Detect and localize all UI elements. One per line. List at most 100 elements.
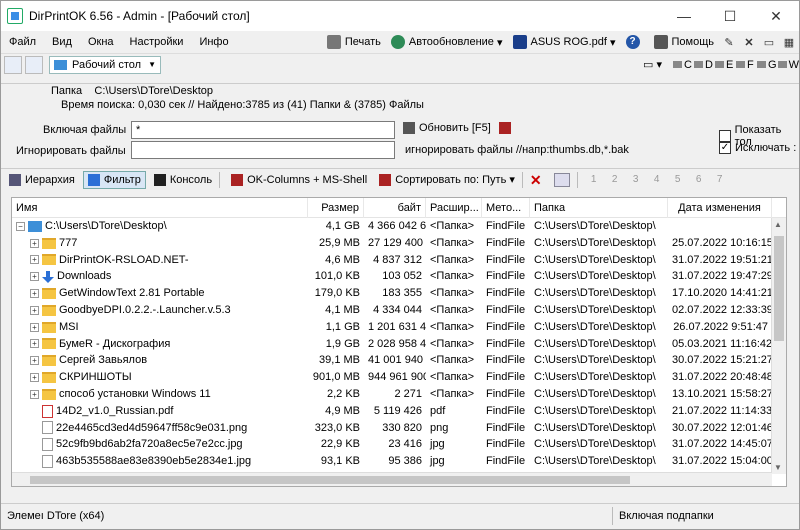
include-input[interactable]: * xyxy=(131,121,395,139)
vertical-scrollbar[interactable]: ▲ ▼ xyxy=(771,218,786,474)
help-icon-button[interactable]: ? xyxy=(621,35,649,49)
location-value: Рабочий стол xyxy=(72,58,142,71)
expand-icon[interactable]: + xyxy=(30,339,39,349)
expand-icon[interactable]: + xyxy=(30,356,39,366)
expand-icon[interactable]: + xyxy=(30,373,39,383)
menu-windows[interactable]: Окна xyxy=(80,36,122,48)
help-button[interactable]: Помощь xyxy=(649,35,720,49)
cell-size: 1,9 GB xyxy=(325,337,360,350)
restore-icon[interactable]: ▭ xyxy=(762,36,776,49)
print-button[interactable]: Печать xyxy=(322,35,386,49)
col-header-date[interactable]: Дата изменения xyxy=(668,198,772,218)
delete-icon[interactable]: ✕ xyxy=(530,173,546,187)
horizontal-scrollbar[interactable] xyxy=(12,472,772,486)
location-combo[interactable]: Рабочий стол ▼ xyxy=(49,55,161,74)
table-row[interactable]: 52c9fb9bd6ab2fa720a8ec5e7e2cc.jpg 22,9 KB… xyxy=(12,436,786,453)
table-row[interactable]: + способ установки Windows 11 2,2 KB 2 271 <… xyxy=(12,386,786,403)
expand-icon[interactable]: + xyxy=(30,289,39,299)
table-row[interactable]: + DirPrintOK-RSLOAD.NET- 4,6 MB 4 837 312 <П… xyxy=(12,252,786,269)
col-header-size[interactable]: Размер xyxy=(308,198,364,218)
separator xyxy=(576,171,578,188)
expand-icon[interactable]: + xyxy=(30,238,39,248)
col-header-bytes[interactable]: байт xyxy=(364,198,426,218)
col-header-folder[interactable]: Папка xyxy=(530,198,668,218)
drive-c[interactable]: C xyxy=(673,56,694,74)
help-label: Помощь xyxy=(671,36,715,48)
drive-e[interactable]: E xyxy=(715,56,736,74)
folder-icon xyxy=(42,321,56,333)
scroll-down-icon[interactable]: ▼ xyxy=(774,463,782,472)
cell-size: 39,1 MB xyxy=(319,354,360,367)
refresh-label: Обновить [F5] xyxy=(419,122,491,134)
table-row[interactable]: + Downloads 101,0 KB 103 052 <Папка> FindFile… xyxy=(12,268,786,285)
col-toggle-2[interactable]: 2 xyxy=(612,174,633,185)
cell-bytes: 23 416 xyxy=(388,438,422,451)
separator xyxy=(219,171,221,188)
monitor-icon[interactable]: ▭ ▾ xyxy=(643,56,673,74)
col-header-name[interactable]: Имя xyxy=(12,198,308,218)
col-toggle-7[interactable]: 7 xyxy=(717,174,738,185)
table-row[interactable]: +777 25,9 MB 27 129 400 <Папка> FindFile C:\U… xyxy=(12,235,786,252)
col-toggle-5[interactable]: 5 xyxy=(675,174,696,185)
expand-icon[interactable]: + xyxy=(30,272,39,282)
title-bar[interactable]: DirPrintOK 6.56 - Admin - [Рабочий стол]… xyxy=(1,1,799,31)
expand-icon[interactable]: + xyxy=(30,305,39,315)
sort-button[interactable]: Сортировать по: Путь ▾ xyxy=(375,171,519,189)
col-toggle-3[interactable]: 3 xyxy=(633,174,654,185)
autoupdate-button[interactable]: Автообновление ▾ xyxy=(386,35,508,49)
copy-icon[interactable] xyxy=(553,172,570,187)
table-row[interactable]: + СКРИНШОТЫ 901,0 MB 944 961 900 <Папка> Find… xyxy=(12,369,786,386)
expand-icon[interactable]: + xyxy=(30,389,39,399)
wrench-icon[interactable]: ✎ xyxy=(722,36,736,49)
tools-icon[interactable] xyxy=(499,122,511,134)
ignore-input[interactable] xyxy=(131,141,395,159)
minimize-button[interactable]: — xyxy=(661,1,707,31)
col-toggle-6[interactable]: 6 xyxy=(696,174,717,185)
maximize-button[interactable]: ☐ xyxy=(707,1,753,31)
tab-hierarchy[interactable]: Иерархия xyxy=(5,171,79,189)
table-row[interactable]: + MSI 1,1 GB 1 201 631 4... <Папка> FindFile C… xyxy=(12,319,786,336)
col-toggle-4[interactable]: 4 xyxy=(654,174,675,185)
tile-icon[interactable]: ▦ xyxy=(782,36,796,49)
tab-filter[interactable]: Фильтр xyxy=(82,170,146,189)
col-toggle-1[interactable]: 1 xyxy=(591,174,612,185)
menu-info[interactable]: Инфо xyxy=(191,36,236,48)
scroll-thumb[interactable] xyxy=(774,236,784,341)
drive-w[interactable]: W xyxy=(778,56,799,74)
table-row[interactable]: + БумеR - Дискография 1,9 GB 2 028 958 4...… xyxy=(12,336,786,353)
table-row[interactable]: + GoodbyeDPI.0.2.2.-.Launcher.v.5.3 4,1 MB… xyxy=(12,302,786,319)
hscroll-thumb[interactable] xyxy=(30,476,630,484)
table-row[interactable]: 463b535588ae83e8390eb5e2834e1.jpg 93,1 KB… xyxy=(12,453,786,470)
expand-icon[interactable]: + xyxy=(30,255,39,265)
close-button[interactable]: ✕ xyxy=(753,1,799,31)
pin-icon[interactable] xyxy=(25,55,43,74)
table-row-root[interactable]: − C:\Users\DTore\Desktop\ 4,1 GB 4 366 04… xyxy=(12,218,786,235)
drive-d[interactable]: D xyxy=(694,56,715,74)
refresh-button[interactable]: Обновить [F5] xyxy=(403,122,491,134)
pdf-button[interactable]: ASUS ROG.pdf ▾ xyxy=(508,35,621,49)
tab-okcolumns[interactable]: OK-Columns + MS-Shell xyxy=(227,171,371,189)
drive-f[interactable]: F xyxy=(736,56,757,74)
table-row[interactable]: 14D2_v1.0_Russian.pdf 4,9 MB 5 119 426 pdf F… xyxy=(12,403,786,420)
table-row[interactable]: + Сергей Завьялов 39,1 MB 41 001 940 <Папка>… xyxy=(12,352,786,369)
col-header-ext[interactable]: Расшир... xyxy=(426,198,482,218)
pdf-file-icon xyxy=(42,404,53,418)
collapse-icon[interactable]: − xyxy=(16,221,25,231)
col-header-method[interactable]: Мето... xyxy=(482,198,530,218)
drive-g[interactable]: G xyxy=(757,56,778,74)
menu-view[interactable]: Вид xyxy=(44,36,80,48)
tab-console[interactable]: Консоль xyxy=(150,171,216,189)
exclude-label: Исключать : xyxy=(735,142,797,154)
cell-bytes: 2 271 xyxy=(394,387,422,400)
table-row[interactable]: + GetWindowText 2.81 Portable 179,0 KB 183 … xyxy=(12,285,786,302)
scroll-up-icon[interactable]: ▲ xyxy=(774,220,782,229)
menu-file[interactable]: Файл xyxy=(1,36,44,48)
menu-settings[interactable]: Настройки xyxy=(122,36,192,48)
table-row[interactable]: 22e4465cd3ed4d59647ff58c9e031.png 323,0 K… xyxy=(12,420,786,437)
panel-toggle-icon[interactable] xyxy=(4,55,22,74)
close-doc-icon[interactable]: ✕ xyxy=(742,36,756,49)
cell-folder: C:\Users\DTore\Desktop\ xyxy=(534,455,656,468)
folder-icon xyxy=(42,372,56,384)
exclude-checkbox[interactable]: ✓ Исключать : xyxy=(719,142,796,154)
expand-icon[interactable]: + xyxy=(30,322,39,332)
